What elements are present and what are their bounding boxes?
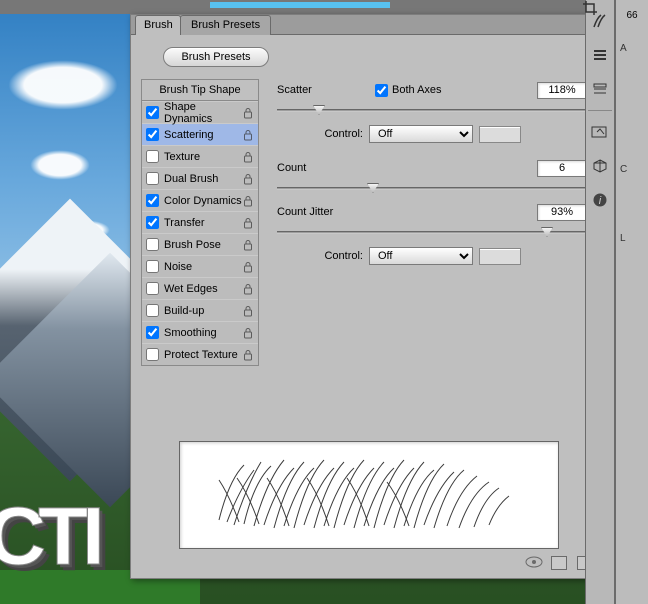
option-brush-pose[interactable]: Brush Pose — [142, 233, 258, 255]
brush-presets-button[interactable]: Brush Presets — [163, 47, 269, 67]
count-value[interactable]: 6 — [537, 160, 587, 177]
scatter-control-select[interactable]: Off — [369, 125, 473, 143]
option-shape-dynamics[interactable]: Shape Dynamics — [142, 101, 258, 123]
option-label: Transfer — [164, 217, 242, 229]
crop-icon[interactable] — [582, 0, 598, 19]
option-dual-brush[interactable]: Dual Brush — [142, 167, 258, 189]
lock-icon[interactable] — [242, 305, 254, 317]
option-wet-edges[interactable]: Wet Edges — [142, 277, 258, 299]
option-checkbox[interactable] — [146, 128, 159, 141]
option-checkbox[interactable] — [146, 326, 159, 339]
option-checkbox[interactable] — [146, 106, 159, 119]
toggle-preview-icon[interactable] — [525, 556, 541, 570]
count-jitter-label: Count Jitter — [277, 206, 367, 218]
scatter-label: Scatter — [277, 84, 347, 96]
option-checkbox[interactable] — [146, 238, 159, 251]
scatter-control-extra — [479, 126, 521, 143]
option-label: Shape Dynamics — [164, 101, 242, 125]
option-checkbox[interactable] — [146, 194, 159, 207]
lock-icon[interactable] — [242, 261, 254, 273]
count-jitter-control-select[interactable]: Off — [369, 247, 473, 265]
new-preset-icon[interactable] — [551, 556, 567, 570]
option-transfer[interactable]: Transfer — [142, 211, 258, 233]
option-checkbox[interactable] — [146, 348, 159, 361]
option-color-dynamics[interactable]: Color Dynamics — [142, 189, 258, 211]
lock-icon[interactable] — [242, 283, 254, 295]
option-checkbox[interactable] — [146, 150, 159, 163]
scatter-value[interactable]: 118% — [537, 82, 587, 99]
both-axes-checkbox[interactable]: Both Axes — [375, 84, 442, 97]
option-checkbox[interactable] — [146, 260, 159, 273]
lock-icon[interactable] — [242, 217, 254, 229]
option-checkbox[interactable] — [146, 282, 159, 295]
tab-brush-presets[interactable]: Brush Presets — [180, 15, 271, 35]
tab-brush[interactable]: Brush — [135, 15, 181, 35]
top-number: 66 — [616, 0, 648, 21]
lock-icon[interactable] — [242, 327, 254, 339]
scatter-control-label: Control: — [319, 128, 363, 140]
count-jitter-control-label: Control: — [319, 250, 363, 262]
properties-icon[interactable] — [587, 76, 613, 102]
lock-icon[interactable] — [242, 173, 254, 185]
count-jitter-slider[interactable] — [277, 225, 587, 241]
panel-footer-icons — [525, 556, 593, 570]
option-noise[interactable]: Noise — [142, 255, 258, 277]
option-build-up[interactable]: Build-up — [142, 299, 258, 321]
option-label: Brush Pose — [164, 239, 242, 251]
option-checkbox[interactable] — [146, 304, 159, 317]
option-smoothing[interactable]: Smoothing — [142, 321, 258, 343]
option-scattering[interactable]: Scattering — [142, 123, 258, 145]
count-jitter-value[interactable]: 93% — [537, 204, 587, 221]
text-3d: ІСТІ — [0, 490, 99, 584]
3d-icon[interactable] — [587, 153, 613, 179]
option-label: Wet Edges — [164, 283, 242, 295]
brush-tip-shape-header[interactable]: Brush Tip Shape — [142, 80, 258, 101]
lock-icon[interactable] — [242, 195, 254, 207]
lock-icon[interactable] — [242, 239, 254, 251]
option-protect-texture[interactable]: Protect Texture — [142, 343, 258, 365]
brush-options-list: Brush Tip Shape Shape Dynamics Scattering… — [141, 79, 259, 366]
option-label: Noise — [164, 261, 242, 273]
right-dock: i — [585, 0, 615, 604]
option-label: Scattering — [164, 129, 242, 141]
option-label: Texture — [164, 151, 242, 163]
option-label: Build-up — [164, 305, 242, 317]
navigator-icon[interactable] — [587, 119, 613, 145]
info-icon[interactable]: i — [587, 187, 613, 213]
lock-icon[interactable] — [242, 129, 254, 141]
count-label: Count — [277, 162, 347, 174]
right-dock-2: 66 A C L — [615, 0, 648, 604]
option-label: Color Dynamics — [164, 195, 242, 207]
lock-icon[interactable] — [242, 107, 254, 119]
right-label-c[interactable]: C — [616, 154, 648, 175]
option-checkbox[interactable] — [146, 216, 159, 229]
option-checkbox[interactable] — [146, 172, 159, 185]
right-label-l[interactable]: L — [616, 223, 648, 244]
count-jitter-control-extra — [479, 248, 521, 265]
option-label: Protect Texture — [164, 349, 242, 361]
option-texture[interactable]: Texture — [142, 145, 258, 167]
lock-icon[interactable] — [242, 151, 254, 163]
option-label: Dual Brush — [164, 173, 242, 185]
swatches-icon[interactable] — [587, 42, 613, 68]
count-slider[interactable] — [277, 181, 587, 197]
right-label-a[interactable]: A — [616, 33, 648, 54]
both-axes-label: Both Axes — [392, 84, 442, 96]
ruler-marker — [210, 2, 390, 8]
panel-tabbar: Brush Brush Presets — [131, 15, 607, 35]
brush-preview — [179, 441, 559, 549]
lock-icon[interactable] — [242, 349, 254, 361]
option-label: Smoothing — [164, 327, 242, 339]
scatter-slider[interactable] — [277, 103, 587, 119]
top-strip — [0, 0, 648, 14]
brush-panel: Brush Brush Presets Brush Presets Brush … — [130, 14, 608, 579]
